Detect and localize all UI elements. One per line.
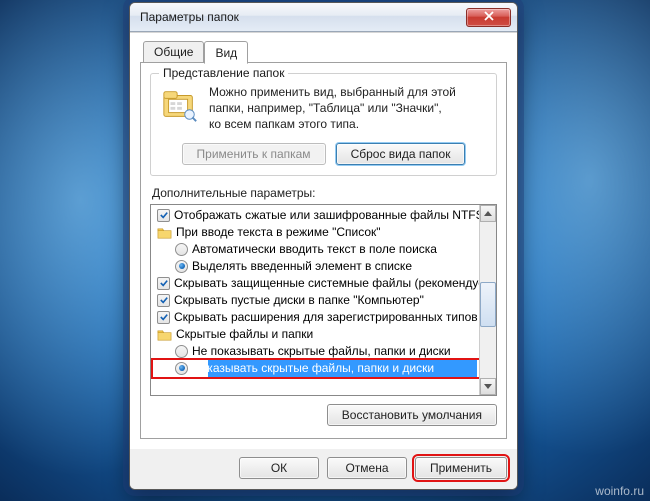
scroll-down-button[interactable] (480, 378, 496, 395)
tree-row[interactable]: Выделять введенный элемент в списке (153, 258, 479, 275)
chevron-down-icon (484, 384, 492, 389)
close-button[interactable] (466, 8, 511, 27)
close-icon (483, 10, 495, 25)
advanced-settings-label: Дополнительные параметры: (152, 186, 497, 200)
dialog-button-bar: ОК Отмена Применить (130, 449, 517, 489)
restore-defaults-button[interactable]: Восстановить умолчания (327, 404, 497, 426)
vertical-scrollbar[interactable] (479, 205, 496, 395)
folder-options-dialog: Параметры папок Общие Вид Представление … (129, 2, 518, 490)
checkbox[interactable] (157, 294, 170, 307)
radio[interactable] (175, 243, 188, 256)
tree-row[interactable]: Отображать сжатые или зашифрованные файл… (153, 207, 479, 224)
tree-row-label: Выделять введенный элемент в списке (192, 259, 412, 273)
watermark: woinfo.ru (595, 484, 644, 498)
apply-button[interactable]: Применить (415, 457, 507, 479)
tree-row-label: Скрывать расширения для зарегистрированн… (174, 310, 479, 324)
folder-icon (157, 226, 172, 239)
tree-row-label: Скрытые файлы и папки (176, 327, 313, 341)
tree-row-label: Показывать скрытые файлы, папки и диски (192, 361, 434, 375)
tab-strip: Общие Вид (140, 39, 507, 63)
tab-panel-view: Представление папок (140, 62, 507, 439)
checkbox[interactable] (157, 311, 170, 324)
tree-row[interactable]: Не показывать скрытые файлы, папки и дис… (153, 343, 479, 360)
advanced-settings-tree: Отображать сжатые или зашифрованные файл… (150, 204, 497, 396)
tree-row[interactable]: Показывать скрытые файлы, папки и диски (153, 360, 479, 377)
folder-views-desc-line: Можно применить вид, выбранный для этой (209, 85, 456, 99)
radio[interactable] (175, 362, 188, 375)
folder-icon (157, 328, 172, 341)
scroll-up-button[interactable] (480, 205, 496, 222)
folder-views-desc-line: папки, например, "Таблица" или "Значки", (209, 101, 442, 115)
tree-viewport: Отображать сжатые или зашифрованные файл… (151, 205, 479, 395)
scroll-thumb[interactable] (480, 282, 496, 327)
apply-to-folders-button: Применить к папкам (182, 143, 326, 165)
chevron-up-icon (484, 211, 492, 216)
tree-row: При вводе текста в режиме "Список" (153, 224, 479, 241)
scroll-track[interactable] (480, 222, 496, 378)
reset-folder-views-button[interactable]: Сброс вида папок (336, 143, 466, 165)
radio[interactable] (175, 345, 188, 358)
radio[interactable] (175, 260, 188, 273)
tree-row[interactable]: Скрывать пустые диски в папке "Компьютер… (153, 292, 479, 309)
tree-row-label: Автоматически вводить текст в поле поиск… (192, 242, 437, 256)
tree-row-label: Скрывать пустые диски в папке "Компьютер… (174, 293, 424, 307)
tree-row[interactable]: Скрывать защищенные системные файлы (рек… (153, 275, 479, 292)
tree-row-label: Отображать сжатые или зашифрованные файл… (174, 208, 479, 222)
cancel-button[interactable]: Отмена (327, 457, 407, 479)
checkbox[interactable] (157, 277, 170, 290)
dialog-body: Общие Вид Представление папок (130, 32, 517, 449)
tree-row-label: Скрывать защищенные системные файлы (рек… (174, 276, 479, 290)
folder-views-group-title: Представление папок (159, 66, 288, 80)
tree-row: Скрытые файлы и папки (153, 326, 479, 343)
tree-row[interactable]: Автоматически вводить текст в поле поиск… (153, 241, 479, 258)
folder-views-icon (161, 86, 199, 124)
tab-view[interactable]: Вид (204, 41, 248, 64)
checkbox[interactable] (157, 209, 170, 222)
folder-views-desc-line: ко всем папкам этого типа. (209, 117, 359, 131)
ok-button[interactable]: ОК (239, 457, 319, 479)
tree-row[interactable]: Скрывать расширения для зарегистрированн… (153, 309, 479, 326)
tree-row-label: При вводе текста в режиме "Список" (176, 225, 381, 239)
folder-views-description: Можно применить вид, выбранный для этой … (209, 84, 456, 133)
tab-general[interactable]: Общие (143, 41, 204, 63)
titlebar[interactable]: Параметры папок (130, 3, 517, 32)
window-title: Параметры папок (140, 10, 466, 24)
tree-row-label: Не показывать скрытые файлы, папки и дис… (192, 344, 451, 358)
folder-views-group: Представление папок (150, 73, 497, 176)
